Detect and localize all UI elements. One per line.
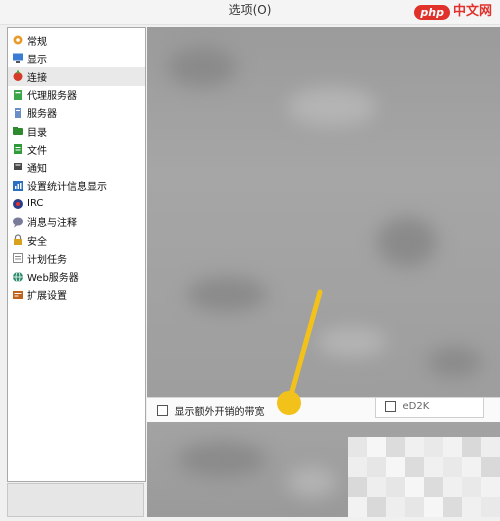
sidebar-horizontal-scrollbar[interactable] bbox=[7, 483, 144, 517]
ed2k-group: eD2K bbox=[375, 398, 484, 418]
extended-settings-icon bbox=[12, 289, 24, 301]
sidebar-item-label: 文件 bbox=[27, 145, 47, 157]
sidebar-item-label: 计划任务 bbox=[27, 254, 67, 266]
ed2k-checkbox[interactable] bbox=[385, 400, 396, 412]
sidebar-item-file[interactable]: 文件 bbox=[8, 140, 145, 158]
ed2k-option[interactable]: eD2K bbox=[385, 399, 429, 412]
statistics-icon bbox=[12, 180, 24, 192]
sidebar-item-label: 扩展设置 bbox=[27, 291, 67, 303]
sidebar-item-label: Web服务器 bbox=[27, 273, 79, 285]
messages-icon bbox=[12, 216, 24, 228]
irc-icon bbox=[12, 198, 24, 210]
directory-icon bbox=[12, 125, 24, 137]
sidebar-item-label: 常规 bbox=[27, 36, 47, 48]
ed2k-label: eD2K bbox=[402, 400, 430, 412]
server-icon bbox=[12, 107, 24, 119]
show-extra-bandwidth-checkbox[interactable] bbox=[157, 405, 168, 416]
sidebar-item-label: 服务器 bbox=[27, 109, 57, 121]
window-title: 选项(O) bbox=[228, 3, 272, 17]
general-settings-icon bbox=[12, 34, 24, 46]
sidebar-item-general-settings[interactable]: 常规 bbox=[8, 31, 145, 49]
option-row: 显示额外开销的带宽 eD2K bbox=[147, 397, 500, 423]
web-server-icon bbox=[12, 271, 24, 283]
sidebar-item-extended-settings[interactable]: 扩展设置 bbox=[8, 286, 145, 304]
options-sidebar: 常规显示连接代理服务器服务器目录文件通知设置统计信息显示 IRC 消息与注释安全计划… bbox=[7, 27, 146, 482]
settings-panel-blurred-lower bbox=[147, 422, 500, 517]
sidebar-item-schedule[interactable]: 计划任务 bbox=[8, 249, 145, 267]
window-titlebar: 选项(O) php 中文网 bbox=[0, 0, 500, 25]
watermark-logo: php 中文网 bbox=[414, 1, 492, 23]
sidebar-item-irc[interactable]: IRC bbox=[8, 195, 145, 213]
sidebar-item-label: 消息与注释 bbox=[27, 218, 77, 230]
settings-panel-blurred bbox=[147, 27, 500, 397]
sidebar-item-label: 设置统计信息显示 bbox=[27, 182, 107, 194]
sidebar-item-statistics[interactable]: 设置统计信息显示 bbox=[8, 177, 145, 195]
sidebar-item-label: 连接 bbox=[27, 72, 47, 84]
proxy-server-icon bbox=[12, 89, 24, 101]
sidebar-item-proxy-server[interactable]: 代理服务器 bbox=[8, 86, 145, 104]
notification-icon bbox=[12, 161, 24, 173]
lock-icon bbox=[12, 234, 24, 246]
display-icon bbox=[12, 52, 24, 64]
file-icon bbox=[12, 143, 24, 155]
connection-icon bbox=[12, 70, 24, 82]
sidebar-item-label: 代理服务器 bbox=[27, 91, 77, 103]
sidebar-item-directory[interactable]: 目录 bbox=[8, 122, 145, 140]
sidebar-item-label: 通知 bbox=[27, 163, 47, 175]
sidebar-item-label: 目录 bbox=[27, 127, 47, 139]
logo-text: 中文网 bbox=[452, 4, 492, 19]
sidebar-item-label: 显示 bbox=[27, 54, 47, 66]
options-category-list: 常规显示连接代理服务器服务器目录文件通知设置统计信息显示 IRC 消息与注释安全计划… bbox=[8, 28, 145, 304]
logo-php-badge: php bbox=[414, 4, 450, 20]
sidebar-item-notification[interactable]: 通知 bbox=[8, 158, 145, 176]
sidebar-item-server[interactable]: 服务器 bbox=[8, 104, 145, 122]
sidebar-item-display[interactable]: 显示 bbox=[8, 49, 145, 67]
sidebar-item-label: 安全 bbox=[27, 236, 47, 248]
schedule-icon bbox=[12, 252, 24, 264]
pixelated-region bbox=[348, 437, 500, 517]
show-extra-bandwidth-label: 显示额外开销的带宽 bbox=[174, 407, 265, 418]
show-extra-bandwidth-option[interactable]: 显示额外开销的带宽 bbox=[157, 403, 265, 418]
sidebar-item-label: IRC bbox=[27, 198, 44, 210]
sidebar-item-web-server[interactable]: Web服务器 bbox=[8, 267, 145, 285]
sidebar-item-lock[interactable]: 安全 bbox=[8, 231, 145, 249]
sidebar-item-connection[interactable]: 连接 bbox=[8, 67, 145, 86]
sidebar-item-messages[interactable]: 消息与注释 bbox=[8, 213, 145, 231]
